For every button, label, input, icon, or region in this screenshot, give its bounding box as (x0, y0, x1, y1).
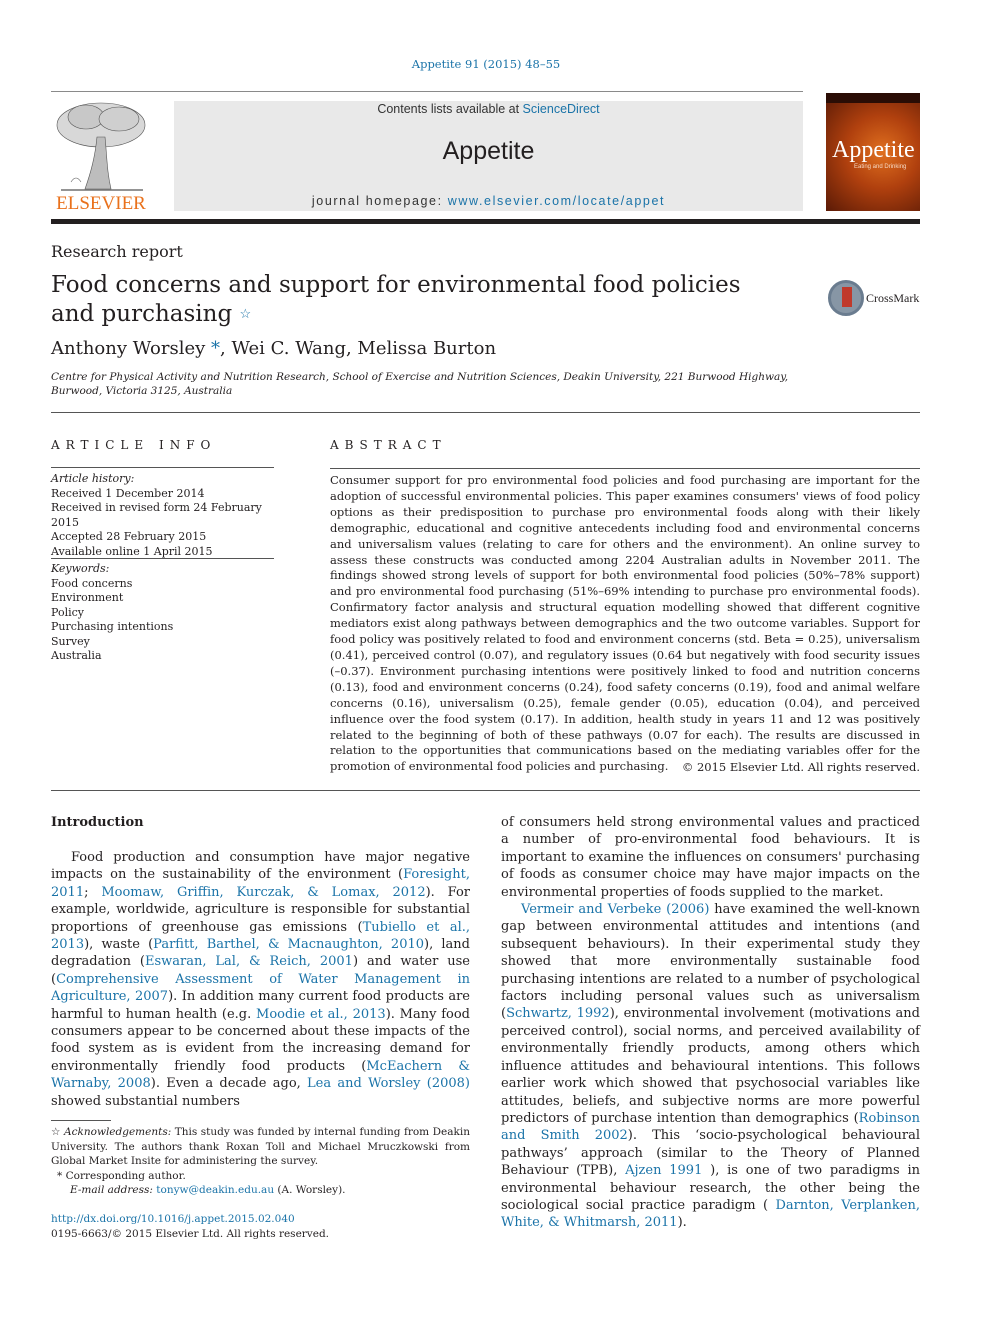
body-right-column: of consumers held strong environmental v… (501, 814, 920, 1232)
intro-paragraph-1: Food production and consumption have maj… (51, 849, 470, 1110)
body-divider (51, 790, 920, 791)
article-history-label: Article history: (51, 472, 135, 485)
article-info-divider (51, 467, 274, 468)
body-text: showed substantial numbers (51, 1093, 240, 1109)
journal-homepage-link[interactable]: www.elsevier.com/locate/appet (448, 194, 665, 208)
acknowledgements-label: Acknowledgements: (64, 1126, 172, 1138)
keyword-item: Purchasing intentions (51, 620, 174, 633)
crossmark-icon[interactable] (828, 280, 864, 316)
author-name[interactable]: Anthony Worsley (51, 338, 205, 359)
corresponding-author-text: Corresponding author. (62, 1169, 186, 1182)
citation-link[interactable]: Lea and Worsley (2008) (307, 1076, 470, 1091)
email-label: E-mail address: (70, 1184, 153, 1196)
keywords-block: Keywords: Food concerns Environment Poli… (51, 562, 291, 664)
section-heading-introduction: Introduction (51, 815, 144, 830)
journal-name: Appetite (442, 137, 535, 165)
footnotes: ☆ Acknowledgements: This study was funde… (51, 1125, 470, 1198)
author-list: Anthony Worsley *, Wei C. Wang, Melissa … (51, 338, 496, 359)
keywords-divider (51, 558, 274, 559)
footnote-star-icon: ☆ (51, 1126, 61, 1138)
article-title: Food concerns and support for environmen… (51, 271, 751, 329)
affiliation-divider (51, 412, 920, 413)
author-affiliation: Centre for Physical Activity and Nutriti… (51, 371, 789, 397)
citation-link[interactable]: Vermeir and Verbeke (2006) (521, 902, 709, 917)
keywords-label: Keywords: (51, 562, 110, 575)
keyword-item: Survey (51, 634, 90, 648)
email-footnote: E-mail address: tonyw@deakin.edu.au (A. … (51, 1183, 470, 1198)
citation-link[interactable]: Eswaran, Lal, & Reich, 2001 (145, 954, 353, 969)
masthead-thick-rule (51, 219, 920, 224)
body-text: ). (677, 1215, 687, 1231)
citation-link[interactable]: Schwartz, 1992 (506, 1006, 610, 1021)
body-text: ). Even a decade ago, (150, 1076, 308, 1092)
citation-link[interactable]: Moodie et al., 2013 (256, 1007, 386, 1022)
doi-link[interactable]: http://dx.doi.org/10.1016/j.appet.2015.0… (51, 1213, 295, 1225)
crossmark-label[interactable]: CrossMark (866, 291, 919, 306)
journal-homepage-line: journal homepage: www.elsevier.com/locat… (174, 194, 803, 208)
history-online: Available online 1 April 2015 (51, 544, 213, 558)
keyword-item: Policy (51, 605, 84, 619)
footnote-divider (51, 1120, 111, 1121)
history-received: Received 1 December 2014 (51, 486, 205, 500)
history-revised: Received in revised form 24 February 201… (51, 501, 262, 529)
cover-subtitle: Eating and Drinking (854, 164, 907, 170)
body-text: ), environmental involvement (motivation… (501, 1006, 921, 1126)
journal-citation-link[interactable]: Appetite 91 (2015) 48–55 (0, 57, 972, 71)
acknowledgements-footnote: ☆ Acknowledgements: This study was funde… (51, 1125, 470, 1169)
cover-topbar (826, 93, 920, 103)
article-title-text: Food concerns and support for environmen… (51, 272, 741, 327)
body-left-column: Food production and consumption have maj… (51, 849, 470, 1110)
citation-link[interactable]: Ajzen 1991 (625, 1163, 702, 1178)
article-type: Research report (51, 242, 183, 261)
email-link[interactable]: tonyw@deakin.edu.au (156, 1184, 274, 1196)
abstract-text: Consumer support for pro environmental f… (330, 473, 920, 774)
title-footnote-star-icon[interactable]: ☆ (240, 307, 252, 322)
citation-link[interactable]: Parfitt, Barthel, & Macnaughton, 2010 (153, 937, 424, 952)
journal-cover-image: Appetite Eating and Drinking (826, 93, 920, 211)
author-names-rest: , Wei C. Wang, Melissa Burton (220, 338, 497, 359)
abstract-heading: ABSTRACT (330, 438, 447, 452)
contents-prefix: Contents lists available at (377, 102, 523, 116)
cover-title: Appetite (832, 137, 915, 163)
issn-copyright-line: 0195-6663/© 2015 Elsevier Ltd. All right… (51, 1227, 330, 1240)
body-text: have examined the well-known gap between… (501, 902, 920, 1022)
keyword-item: Australia (51, 649, 102, 662)
body-text: ; (84, 884, 102, 900)
homepage-prefix: journal homepage: (311, 194, 448, 208)
masthead-divider (51, 91, 803, 92)
article-info-heading: ARTICLE INFO (51, 438, 217, 452)
sciencedirect-link[interactable]: ScienceDirect (523, 102, 600, 116)
abstract-copyright: © 2015 Elsevier Ltd. All rights reserved… (681, 760, 920, 774)
history-accepted: Accepted 28 February 2015 (51, 530, 207, 543)
keyword-item: Environment (51, 591, 124, 604)
article-history: Article history: Received 1 December 201… (51, 472, 291, 559)
contents-line: Contents lists available at ScienceDirec… (174, 102, 803, 116)
keyword-item: Food concerns (51, 576, 133, 590)
corresponding-author-footnote: * Corresponding author. (51, 1169, 470, 1184)
email-suffix: (A. Worsley). (274, 1184, 346, 1196)
citation-link[interactable]: Moomaw, Griffin, Kurczak, & Lomax, 2012 (101, 885, 425, 900)
doi-block: http://dx.doi.org/10.1016/j.appet.2015.0… (51, 1212, 329, 1241)
crossmark-ribbon (842, 287, 852, 307)
abstract-divider (330, 468, 920, 469)
intro-paragraph-1-continued: of consumers held strong environmental v… (501, 814, 920, 901)
elsevier-wordmark: ELSEVIER (56, 193, 146, 214)
intro-paragraph-2: Vermeir and Verbeke (2006) have examined… (501, 901, 920, 1232)
body-text: of consumers held strong environmental v… (501, 815, 920, 900)
corresponding-author-mark[interactable]: * (211, 338, 220, 359)
body-text: ), waste ( (84, 937, 154, 953)
